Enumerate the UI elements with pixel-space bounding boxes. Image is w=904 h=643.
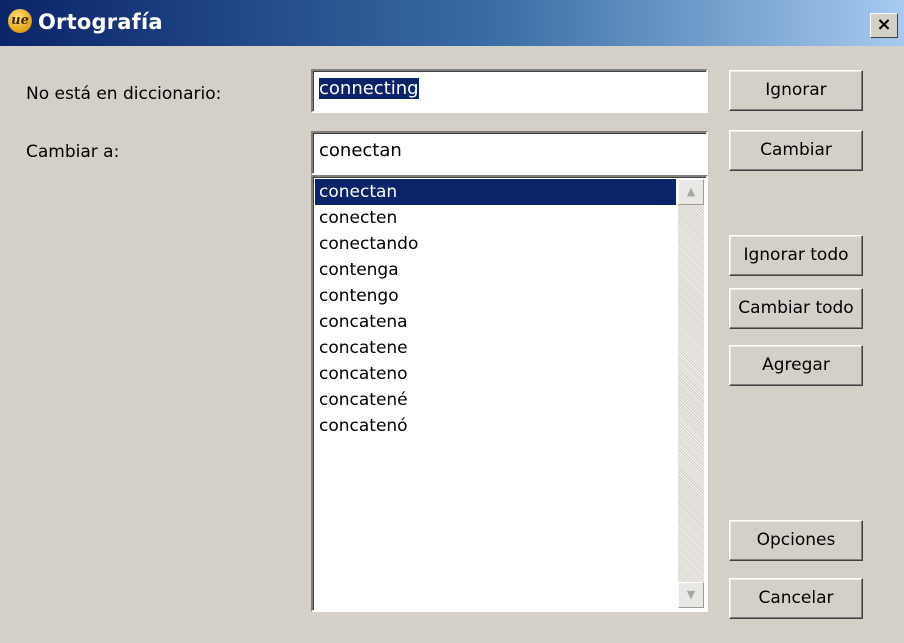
cancel-button[interactable]: Cancelar (729, 578, 863, 619)
close-icon: × (876, 14, 892, 35)
close-button[interactable]: × (870, 13, 898, 38)
scroll-up-button[interactable]: ▲ (678, 179, 704, 205)
app-icon: ue (8, 9, 32, 33)
suggestion-item[interactable]: conectando (315, 231, 676, 257)
suggestion-item[interactable]: concatena (315, 309, 676, 335)
scroll-down-button[interactable]: ▼ (678, 582, 704, 608)
change-to-value: conectan (319, 140, 402, 161)
suggestion-item[interactable]: concatenó (315, 413, 676, 439)
not-in-dictionary-field[interactable]: connecting (311, 69, 708, 113)
suggestions-scrollbar[interactable]: ▲ ▼ (678, 179, 704, 608)
suggestions-items: conectan conecten conectando contenga co… (315, 179, 676, 439)
suggestion-item[interactable]: contenga (315, 257, 676, 283)
title-bar[interactable]: ue Ortografía × (0, 0, 904, 46)
suggestion-item[interactable]: concatené (315, 387, 676, 413)
change-all-button[interactable]: Cambiar todo (729, 288, 863, 329)
suggestions-list[interactable]: conectan conecten conectando contenga co… (311, 175, 708, 612)
change-to-input[interactable]: conectan (311, 131, 708, 175)
suggestion-item[interactable]: concatene (315, 335, 676, 361)
ignore-button[interactable]: Ignorar (729, 70, 863, 111)
options-button[interactable]: Opciones (729, 520, 863, 561)
suggestion-item[interactable]: contengo (315, 283, 676, 309)
arrow-up-icon: ▲ (686, 185, 696, 198)
dialog-title: Ortografía (38, 10, 163, 34)
change-button[interactable]: Cambiar (729, 130, 863, 171)
not-in-dictionary-value: connecting (319, 78, 419, 99)
suggestion-item[interactable]: concateno (315, 361, 676, 387)
spelling-dialog: ue Ortografía × No está en diccionario: … (0, 0, 904, 643)
not-in-dictionary-label: No está en diccionario: (26, 84, 222, 104)
change-to-label: Cambiar a: (26, 142, 120, 162)
add-button[interactable]: Agregar (729, 345, 863, 386)
suggestion-item[interactable]: conectan (315, 179, 676, 205)
arrow-down-icon: ▼ (686, 588, 696, 601)
ignore-all-button[interactable]: Ignorar todo (729, 235, 863, 276)
suggestion-item[interactable]: conecten (315, 205, 676, 231)
